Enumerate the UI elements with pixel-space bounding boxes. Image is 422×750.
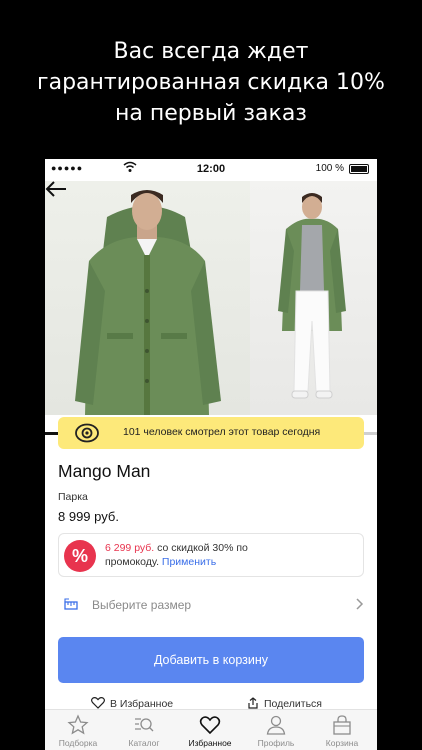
viewers-banner: 101 человек смотрел этот товар сегодня [58,417,364,449]
share-icon [248,697,258,709]
promo-line-1: 6 299 руб. со скидкой 30% по [105,542,248,554]
back-arrow-icon[interactable] [45,181,67,197]
ruler-icon [64,598,78,610]
battery-level: 100 % [315,163,344,174]
status-bar: ●●●●● 12:00 100 % [45,159,377,181]
promo-text-a: со скидкой 30% по [154,542,248,554]
product-price: 8 999 руб. [58,509,119,524]
headline-line-2: гарантированная скидка 10% [37,70,385,95]
catalog-search-icon [135,718,154,732]
add-to-cart-button[interactable]: Добавить в корзину [58,637,364,683]
promo-code-card: % 6 299 руб. со скидкой 30% по промокоду… [58,533,364,577]
phone-screen: ●●●●● 12:00 100 % 101 человек смотрел эт… [45,159,377,750]
tab-podborka[interactable]: Подборка [45,712,111,750]
viewers-text: 101 человек смотрел этот товар сегодня [123,426,321,438]
headline-line-1: Вас всегда ждет [113,39,309,64]
tab-favorites[interactable]: Избранное [177,712,243,750]
apply-promo-link[interactable]: Применить [162,556,216,568]
chevron-right-icon [356,598,364,610]
product-category: Парка [58,491,88,503]
tab-label: Избранное [188,738,232,748]
heart-icon [199,716,221,735]
battery-icon [349,164,369,174]
tab-profile[interactable]: Профиль [243,712,309,750]
size-placeholder: Выберите размер [92,598,192,612]
tab-label: Подборка [58,738,98,748]
bag-icon [333,715,351,735]
eye-icon [75,423,99,443]
person-icon [266,715,286,735]
tab-cart[interactable]: Корзина [309,712,375,750]
product-photo-secondary[interactable] [250,181,377,415]
promo-line-2: промокоду. Применить [105,556,216,568]
product-photo-main[interactable] [45,181,250,415]
headline-line-3: на первый заказ [114,101,308,126]
tab-bar: Подборка Каталог Избранное Профиль Корзи… [45,709,377,750]
star-icon [67,714,89,735]
heart-outline-icon [91,697,105,709]
tab-label: Профиль [257,738,295,748]
product-gallery[interactable] [45,181,377,435]
tab-label: Корзина [325,738,359,748]
percent-badge-icon: % [64,540,96,572]
size-selector[interactable]: Выберите размер [58,589,364,619]
promo-headline: Вас всегда ждет гарантированная скидка 1… [0,36,422,129]
tab-catalog[interactable]: Каталог [111,712,177,750]
tab-label: Каталог [128,738,160,748]
product-brand: Mango Man [58,461,151,481]
promo-text-b: промокоду. [105,556,162,568]
promo-discount-price: 6 299 руб. [105,542,155,554]
